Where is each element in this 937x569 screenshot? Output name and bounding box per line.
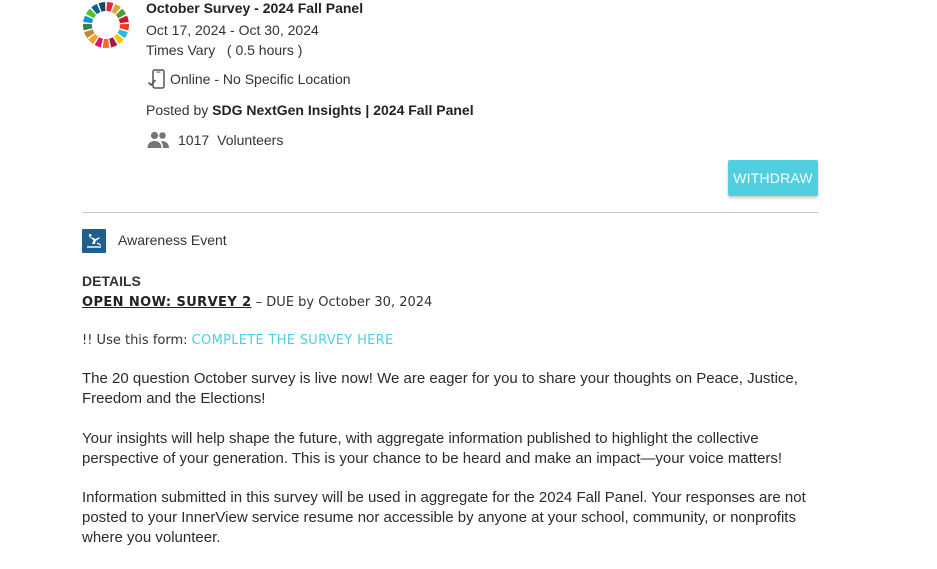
details-heading: DETAILS — [82, 273, 141, 289]
divider — [82, 212, 818, 213]
sdg-wheel-logo — [82, 1, 130, 49]
volunteer-count: 1017 — [178, 132, 210, 148]
form-line: !! Use this form: COMPLETE THE SURVEY HE… — [82, 333, 394, 348]
complete-survey-link[interactable]: COMPLETE THE SURVEY HERE — [192, 333, 394, 348]
volunteer-label: Volunteers — [217, 132, 284, 148]
posted-by-prefix: Posted by — [146, 102, 213, 118]
description-paragraph-3: Information submitted in this survey wil… — [82, 489, 806, 546]
awareness-icon — [82, 229, 106, 253]
mobile-phone-icon — [146, 68, 168, 90]
posted-by-organization: SDG NextGen Insights | 2024 Fall Panel — [212, 102, 474, 118]
description-paragraph-2: Your insights will help shape the future… — [82, 430, 783, 467]
people-group-icon — [146, 130, 170, 150]
sdg-wheel-segment — [119, 23, 130, 31]
description-paragraph-1: The 20 question October survey is live n… — [82, 370, 798, 407]
location-row: Online - No Specific Location — [146, 68, 351, 90]
category-label: Awareness Event — [118, 232, 227, 248]
posted-by: Posted by SDG NextGen Insights | 2024 Fa… — [146, 102, 474, 118]
sdg-wheel-segment — [102, 38, 110, 49]
open-now-line: OPEN NOW: SURVEY 2 – DUE by October 30, … — [82, 295, 432, 310]
event-times: Times Vary ( 0.5 hours ) — [146, 42, 303, 58]
event-location: Online - No Specific Location — [170, 71, 351, 87]
sdg-wheel-segment — [82, 23, 93, 31]
open-now-link[interactable]: OPEN NOW: SURVEY 2 — [82, 295, 252, 310]
due-date-text: – DUE by October 30, 2024 — [251, 295, 433, 310]
form-prefix: !! Use this form: — [82, 333, 192, 348]
volunteers-row: 1017 Volunteers — [146, 130, 283, 150]
sdg-wheel-center — [93, 12, 119, 38]
event-title: October Survey - 2024 Fall Panel — [146, 0, 364, 16]
withdraw-button[interactable]: WITHDRAW — [728, 160, 818, 196]
event-dates: Oct 17, 2024 - Oct 30, 2024 — [146, 22, 319, 38]
